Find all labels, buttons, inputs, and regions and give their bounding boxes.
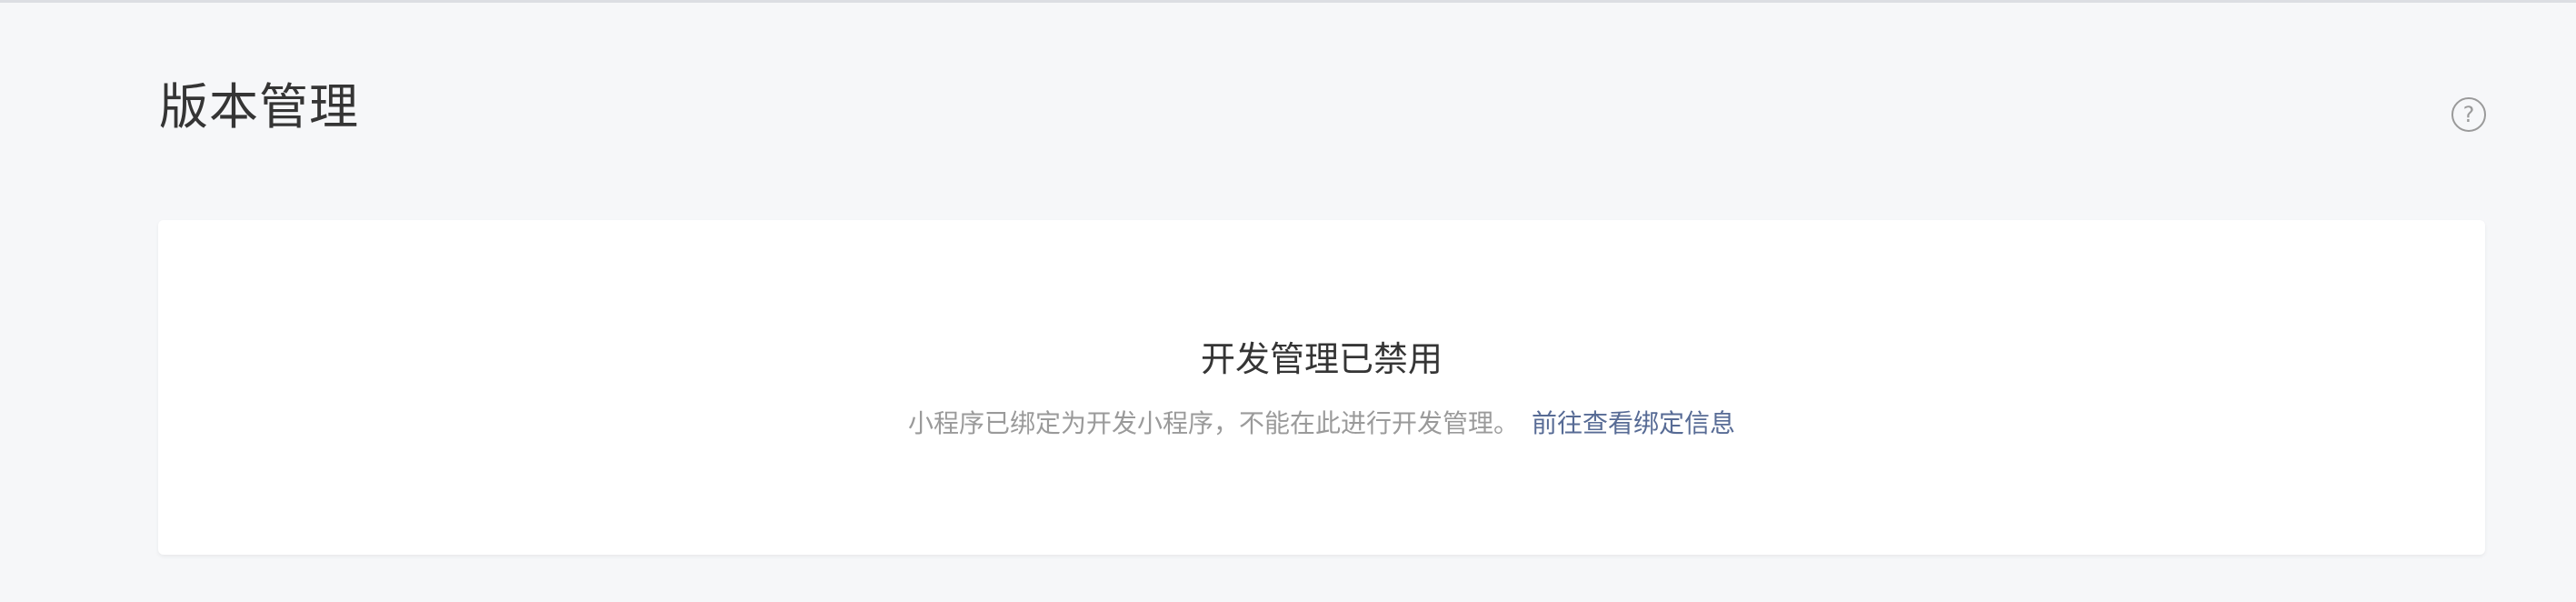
- question-circle-icon[interactable]: ?: [2451, 97, 2486, 132]
- view-binding-info-link[interactable]: 前往查看绑定信息: [1532, 408, 1735, 438]
- disabled-notice-card: 开发管理已禁用 小程序已绑定为开发小程序，不能在此进行开发管理。 前往查看绑定信息: [158, 220, 2485, 555]
- notice-description-line: 小程序已绑定为开发小程序，不能在此进行开发管理。 前往查看绑定信息: [158, 406, 2485, 442]
- top-divider: [0, 0, 2576, 3]
- page-title: 版本管理: [159, 78, 359, 135]
- notice-description: 小程序已绑定为开发小程序，不能在此进行开发管理。: [907, 408, 1519, 438]
- notice-title: 开发管理已禁用: [1200, 339, 1443, 379]
